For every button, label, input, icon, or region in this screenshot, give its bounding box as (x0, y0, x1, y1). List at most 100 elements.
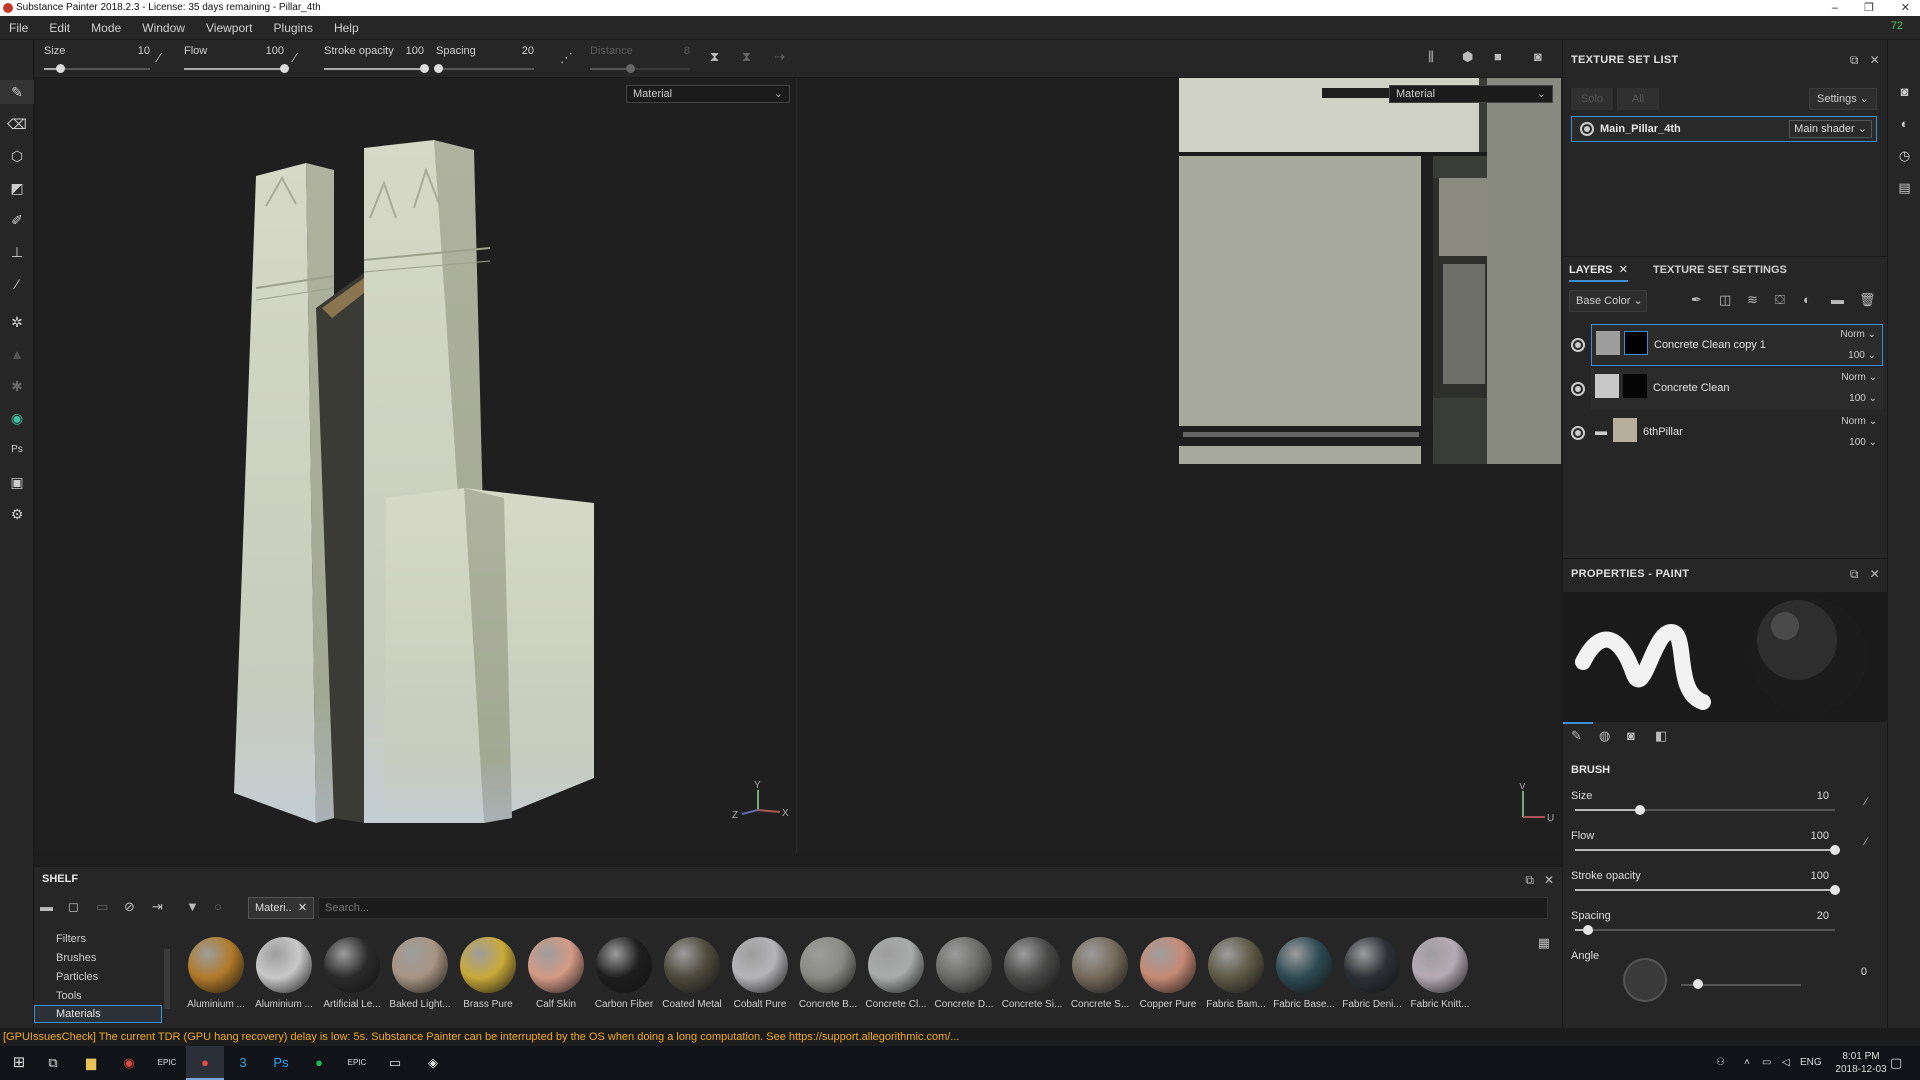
close-panel-icon[interactable]: ✕ (1870, 53, 1880, 67)
settings-gear-icon[interactable]: ⚙ (0, 502, 34, 526)
float-panel-icon[interactable]: ⧉ (1525, 873, 1534, 887)
color-picker-tool-icon[interactable]: ⁄ (0, 272, 34, 296)
resources-icon[interactable]: ▣ (0, 470, 34, 494)
channel-select[interactable]: Base Color ⌄ (1569, 290, 1647, 312)
viewport-2d-mode-select[interactable]: Material ⌄ (1389, 85, 1553, 103)
maximize-button[interactable]: ❐ (1864, 0, 1874, 16)
material-item[interactable]: Aluminium ... (250, 937, 318, 1010)
layer-opacity-select[interactable]: 100 ⌄ (1849, 393, 1877, 404)
brush-angle-control[interactable]: Angle 0 (1571, 950, 1881, 1020)
folder-icon[interactable]: ▬ (1595, 424, 1607, 438)
layer-row-6thpillar[interactable]: ▬ 6thPillar Norm ⌄ 100 ⌄ (1563, 412, 1888, 454)
alpha-tab-icon[interactable]: ◍ (1599, 728, 1610, 744)
visibility-eye-icon[interactable] (1580, 122, 1594, 136)
material-tab-icon[interactable]: ◧ (1655, 728, 1667, 744)
add-smart-material-icon[interactable]: ◐ (1803, 292, 1811, 307)
layer-folder-item[interactable]: ▬ 6thPillar Norm ⌄ 100 ⌄ (1591, 412, 1883, 454)
add-fill-layer-icon[interactable]: ⛋ (1775, 292, 1785, 308)
toolbar-flow-slider[interactable]: Flow 100 (184, 40, 289, 78)
material-item[interactable]: Fabric Deni... (1338, 937, 1406, 1010)
shelf-category-particles[interactable]: Particles (56, 971, 98, 983)
material-item[interactable]: Fabric Knitt... (1406, 937, 1474, 1010)
close-panel-icon[interactable]: ✕ (1870, 567, 1880, 581)
notifications-icon[interactable]: ▢ (1890, 1046, 1902, 1080)
window-app-icon[interactable]: ▭ (376, 1046, 414, 1080)
material-item[interactable]: Brass Pure (454, 937, 522, 1010)
texture-set-item[interactable]: Main_Pillar_4th Main shader ⌄ (1571, 116, 1877, 142)
substance-painter-icon[interactable]: ● (186, 1046, 224, 1080)
add-folder-icon[interactable]: ▬ (1831, 292, 1844, 307)
split-view-icon[interactable]: ⫼ (1428, 49, 1434, 65)
epic-games-icon[interactable]: EPIC (148, 1046, 186, 1080)
tray-chevron-icon[interactable]: ˄ (1744, 1046, 1750, 1080)
projection-tool-icon[interactable]: ⬡ (0, 144, 34, 168)
blend-mode-select[interactable]: Norm ⌄ (1841, 416, 1877, 427)
hide-icon[interactable]: ⊘ (124, 899, 135, 915)
export-icon[interactable]: ⇥ (152, 899, 163, 915)
shelf-category-tools[interactable]: Tools (56, 990, 82, 1002)
physical-paint-icon[interactable]: ✲ (0, 310, 34, 334)
visibility-eye-icon[interactable] (1571, 382, 1585, 396)
delete-layer-icon[interactable]: 🗑 (1859, 292, 1876, 308)
symmetry-mirror-icon[interactable]: ⧗ (742, 49, 751, 65)
spotify-icon[interactable]: ● (300, 1046, 338, 1080)
pen-pressure-icon[interactable]: ⁄ (158, 50, 160, 65)
photoshop-icon[interactable]: Ps (262, 1046, 300, 1080)
task-view-icon[interactable]: ⧉ (34, 1046, 72, 1080)
shelf-category-materials[interactable]: Materials (34, 1005, 162, 1023)
angle-knob[interactable] (1693, 979, 1703, 989)
toolbar-distance-knob[interactable] (626, 64, 635, 73)
material-item[interactable]: Concrete S... (1066, 937, 1134, 1010)
float-panel-icon[interactable]: ⧉ (1850, 567, 1859, 581)
cube-view-icon[interactable]: ⬢ (1462, 49, 1473, 65)
windows-start-icon[interactable]: ⊞ (0, 1046, 38, 1080)
material-item[interactable]: Copper Pure (1134, 937, 1202, 1010)
smudge-tool-icon[interactable]: ✐ (0, 208, 34, 232)
lazy-mouse-icon[interactable]: ⋰ (560, 50, 573, 66)
all-button[interactable]: All (1617, 88, 1659, 110)
iray-icon[interactable]: ✱ (0, 374, 34, 398)
import-icon[interactable]: ▭ (96, 899, 108, 915)
menu-mode[interactable]: Mode (82, 16, 130, 40)
screenshot-icon[interactable]: ◙ (1534, 49, 1542, 64)
material-item[interactable]: Artificial Le... (318, 937, 386, 1010)
shelf-search-input[interactable] (318, 897, 1548, 919)
close-tab-icon[interactable]: ✕ (1619, 264, 1628, 276)
display-settings-icon[interactable]: ◐ (1888, 116, 1920, 131)
substance-share-icon[interactable]: ◉ (0, 406, 34, 430)
toolbar-distance-slider[interactable]: Distance 8 (590, 40, 690, 78)
visibility-eye-icon[interactable] (1571, 426, 1585, 440)
file-explorer-icon[interactable]: ▆ (72, 1046, 110, 1080)
settings-dropdown[interactable]: Settings ⌄ (1809, 88, 1877, 110)
layer-opacity-select[interactable]: 100 ⌄ (1848, 350, 1876, 361)
pen-pressure-icon[interactable]: ⁄ (1865, 796, 1867, 808)
layer-row-concrete-clean[interactable]: Concrete Clean Norm ⌄ 100 ⌄ (1563, 368, 1888, 410)
layer-opacity-select[interactable]: 100 ⌄ (1849, 437, 1877, 448)
filter-icon[interactable]: ▼ (186, 899, 199, 914)
tab-texture-set-settings[interactable]: TEXTURE SET SETTINGS (1653, 258, 1787, 282)
people-icon[interactable]: ⚇ (1716, 1046, 1725, 1080)
mask-thumbnail[interactable] (1624, 331, 1648, 355)
add-mask-icon[interactable]: ◫ (1719, 292, 1731, 308)
add-layer-icon[interactable]: ≋ (1747, 292, 1758, 308)
toolbar-spacing-knob[interactable] (433, 64, 443, 73)
menu-plugins[interactable]: Plugins (265, 16, 322, 40)
add-effect-icon[interactable]: ✒ (1691, 292, 1702, 308)
material-item[interactable]: Cobalt Pure (726, 937, 794, 1010)
material-item[interactable]: Carbon Fiber (590, 937, 658, 1010)
layer-row-concrete-clean-copy[interactable]: Concrete Clean copy 1 Norm ⌄ 100 ⌄ (1563, 324, 1888, 366)
unreal-engine-icon[interactable]: ◈ (414, 1046, 452, 1080)
material-item[interactable]: Concrete B... (794, 937, 862, 1010)
shader-select[interactable]: Main shader ⌄ (1789, 120, 1872, 138)
grid-view-icon[interactable]: ▦ (1538, 935, 1550, 951)
category-scrollbar[interactable] (164, 949, 170, 1009)
blend-mode-select[interactable]: Norm ⌄ (1841, 372, 1877, 383)
mask-thumbnail[interactable] (1623, 374, 1647, 398)
network-icon[interactable]: ▭ (1762, 1046, 1771, 1080)
viewport-3d[interactable]: Material ⌄ Y X Z (34, 78, 796, 853)
layer-item[interactable]: Concrete Clean copy 1 Norm ⌄ 100 ⌄ (1591, 324, 1883, 366)
stencil-tab-icon[interactable]: ◙ (1627, 728, 1635, 743)
camera-icon[interactable]: ■ (1494, 49, 1502, 64)
brush-size-slider[interactable]: Size 10 ⁄ (1571, 790, 1871, 824)
menu-window[interactable]: Window (133, 16, 194, 40)
